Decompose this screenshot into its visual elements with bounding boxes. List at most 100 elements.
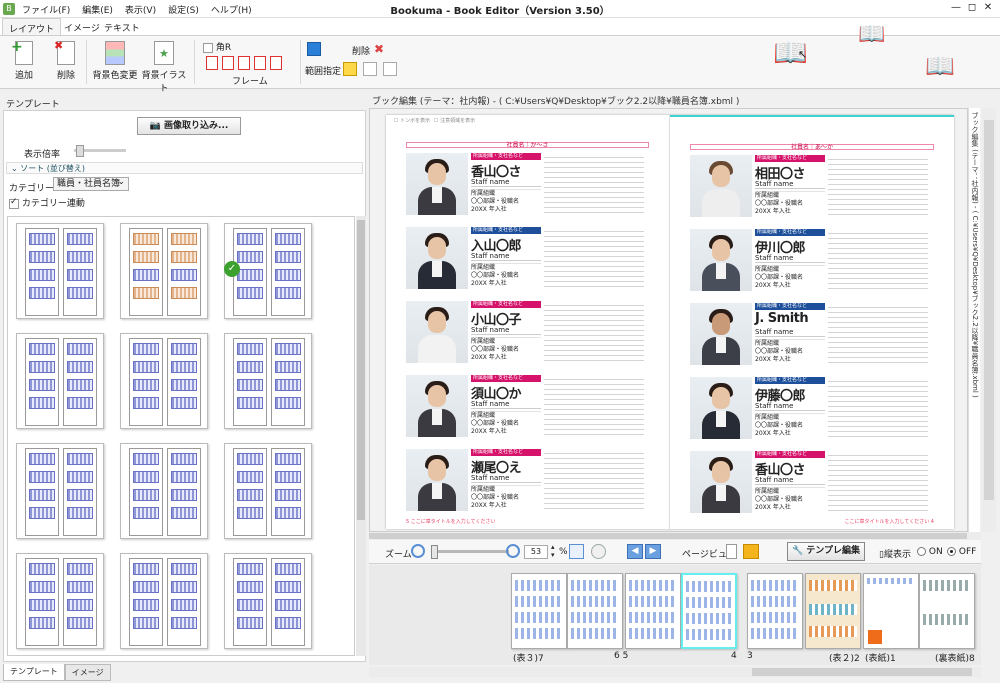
template-thumb[interactable] <box>16 553 104 649</box>
safe-area-toggle[interactable]: ☐ 注意領域を表示 <box>434 117 475 124</box>
zoom-in-icon[interactable] <box>506 544 520 558</box>
template-thumb[interactable] <box>16 443 104 539</box>
book-editor-canvas[interactable]: ☐ トンボを表示 ☐ 注意領域を表示 社員名｜か～さ 所属組織・支社名など 香山… <box>369 108 968 532</box>
staff-card[interactable]: 所属組織・支社名など 相田〇さ Staff name 所属組織 〇〇部課・役職名 2… <box>690 155 930 221</box>
staff-name[interactable]: J. Smith <box>755 311 809 326</box>
minimize-icon[interactable]: — <box>948 1 964 15</box>
range-delete-icon[interactable]: ✖ <box>374 42 384 56</box>
staff-photo[interactable] <box>690 377 752 439</box>
corner-r-toggle[interactable]: 角R <box>203 40 231 53</box>
template-thumb[interactable] <box>224 553 312 649</box>
menu-settings[interactable]: 設定(S) <box>166 2 201 17</box>
category-link-checkbox[interactable] <box>9 197 19 209</box>
editor-horizontal-scrollbar[interactable] <box>369 532 981 540</box>
template-thumb[interactable] <box>16 223 104 319</box>
frame-style-3-icon[interactable] <box>238 56 250 70</box>
staff-bio-text[interactable] <box>544 301 644 363</box>
page-thumb-back-cover[interactable] <box>919 573 975 649</box>
staff-bio-text[interactable] <box>828 303 928 365</box>
staff-card[interactable]: 所属組織・支社名など 伊川〇郎 Staff name 所属組織 〇〇部課・役職名 2… <box>690 229 930 295</box>
next-page-icon[interactable]: ▶ <box>645 544 661 559</box>
template-thumb[interactable] <box>120 443 208 539</box>
bg-illust-button[interactable]: 背景イラスト <box>140 41 188 94</box>
fit-page-icon[interactable] <box>569 544 584 559</box>
range-select-icon[interactable] <box>307 42 321 56</box>
staff-photo[interactable] <box>690 155 752 217</box>
staff-photo[interactable] <box>690 303 752 365</box>
staff-bio-text[interactable] <box>544 375 644 437</box>
vertical-off-option[interactable]: OFF <box>947 547 976 557</box>
staff-bio-text[interactable] <box>828 229 928 291</box>
template-edit-button[interactable]: 🔧 テンプレ編集 <box>787 542 865 561</box>
actual-size-icon[interactable] <box>591 544 606 559</box>
category-heading-left[interactable]: 社員名｜か～さ <box>406 142 649 149</box>
menu-edit[interactable]: 編集(E) <box>80 2 115 17</box>
staff-card[interactable]: 所属組織・支社名など 小山〇子 Staff name 所属組織 〇〇部課・役職名 2… <box>406 301 646 367</box>
spread-page-icon[interactable] <box>743 544 759 559</box>
tab-text[interactable]: テキスト <box>98 18 146 36</box>
menu-view[interactable]: 表示(V) <box>123 2 158 17</box>
range-mode-2-icon[interactable] <box>363 62 377 76</box>
template-thumb[interactable] <box>224 443 312 539</box>
staff-photo[interactable] <box>406 227 468 289</box>
page-thumb[interactable] <box>511 573 567 649</box>
staff-card[interactable]: 所属組織・支社名など 須山〇か Staff name 所属組織 〇〇部課・役職名 2… <box>406 375 646 441</box>
staff-bio-text[interactable] <box>544 153 644 215</box>
staff-photo[interactable] <box>690 451 752 513</box>
zoom-spin-icon[interactable]: ▴ ▾ <box>551 543 555 559</box>
display-zoom-slider[interactable] <box>74 145 126 157</box>
zoom-out-icon[interactable] <box>411 544 425 558</box>
staff-card[interactable]: 所属組織・支社名など 瀬尾〇え Staff name 所属組織 〇〇部課・役職名 2… <box>406 449 646 515</box>
category-heading-right[interactable]: 社員名｜あ～か <box>690 144 934 151</box>
staff-card[interactable]: 所属組織・支社名など 伊藤〇郎 Staff name 所属組織 〇〇部課・役職名 2… <box>690 377 930 443</box>
zoom-slider[interactable] <box>431 545 509 559</box>
template-thumb[interactable] <box>224 333 312 429</box>
staff-photo[interactable] <box>406 449 468 511</box>
crop-marks-toggle[interactable]: ☐ トンボを表示 <box>394 117 430 124</box>
template-thumb[interactable] <box>16 333 104 429</box>
single-page-icon[interactable] <box>726 544 737 559</box>
import-image-button[interactable]: 📷 画像取り込み... <box>137 117 241 135</box>
tab-image-panel[interactable]: イメージ <box>64 664 111 681</box>
staff-photo[interactable] <box>406 153 468 215</box>
page-thumb-selected[interactable] <box>681 573 737 649</box>
zoom-input[interactable]: 53 <box>524 545 548 559</box>
pages-strip-scrollbar[interactable] <box>369 667 981 677</box>
bg-color-button[interactable]: 背景色変更 <box>92 41 138 81</box>
staff-bio-text[interactable] <box>828 451 928 513</box>
tab-template[interactable]: テンプレート <box>3 664 65 681</box>
staff-card[interactable]: 所属組織・支社名など 入山〇郎 Staff name 所属組織 〇〇部課・役職名 2… <box>406 227 646 293</box>
page-thumb[interactable] <box>747 573 803 649</box>
right-page[interactable]: 社員名｜あ～か 所属組織・支社名など 相田〇さ Staff name 所属組織〇… <box>670 115 954 529</box>
frame-style-5-icon[interactable] <box>270 56 282 70</box>
staff-card[interactable]: 所属組織・支社名など 香山〇さ Staff name 所属組織 〇〇部課・役職名 2… <box>406 153 646 219</box>
frame-style-2-icon[interactable] <box>222 56 234 70</box>
left-page[interactable]: ☐ トンボを表示 ☐ 注意領域を表示 社員名｜か～さ 所属組織・支社名など 香山… <box>386 115 670 529</box>
staff-card[interactable]: 所属組織・支社名など J. Smith Staff name 所属組織 〇〇部課・… <box>690 303 930 369</box>
staff-photo[interactable] <box>406 301 468 363</box>
staff-bio-text[interactable] <box>828 377 928 439</box>
template-thumb[interactable] <box>120 553 208 649</box>
prev-page-icon[interactable]: ◀ <box>627 544 643 559</box>
menu-help[interactable]: ヘルプ(H) <box>209 2 254 17</box>
page-thumb[interactable] <box>567 573 623 649</box>
template-thumb[interactable] <box>120 333 208 429</box>
staff-bio-text[interactable] <box>828 155 928 217</box>
delete-button[interactable]: 削除 <box>52 39 80 81</box>
frame-style-1-icon[interactable] <box>206 56 218 70</box>
tab-layout[interactable]: レイアウト <box>2 18 62 36</box>
maximize-icon[interactable]: ◻ <box>964 1 980 15</box>
close-icon[interactable]: ✕ <box>980 1 996 15</box>
staff-card[interactable]: 所属組織・支社名など 香山〇さ Staff name 所属組織 〇〇部課・役職名 2… <box>690 451 930 517</box>
corner-r-checkbox[interactable] <box>203 42 213 53</box>
add-button[interactable]: 追加 <box>10 39 38 81</box>
category-select[interactable]: 職員・社員名簿 <box>53 176 129 191</box>
range-mode-1-icon[interactable] <box>343 62 357 76</box>
frame-style-4-icon[interactable] <box>254 56 266 70</box>
page-thumb-cover[interactable] <box>863 573 919 649</box>
template-thumb[interactable] <box>120 223 208 319</box>
menu-file[interactable]: ファイル(F) <box>20 2 72 17</box>
chapter-footer-left[interactable]: 5 ここに章タイトルを入力してください <box>406 518 495 525</box>
staff-bio-text[interactable] <box>544 449 644 511</box>
page-thumb[interactable] <box>805 573 861 649</box>
